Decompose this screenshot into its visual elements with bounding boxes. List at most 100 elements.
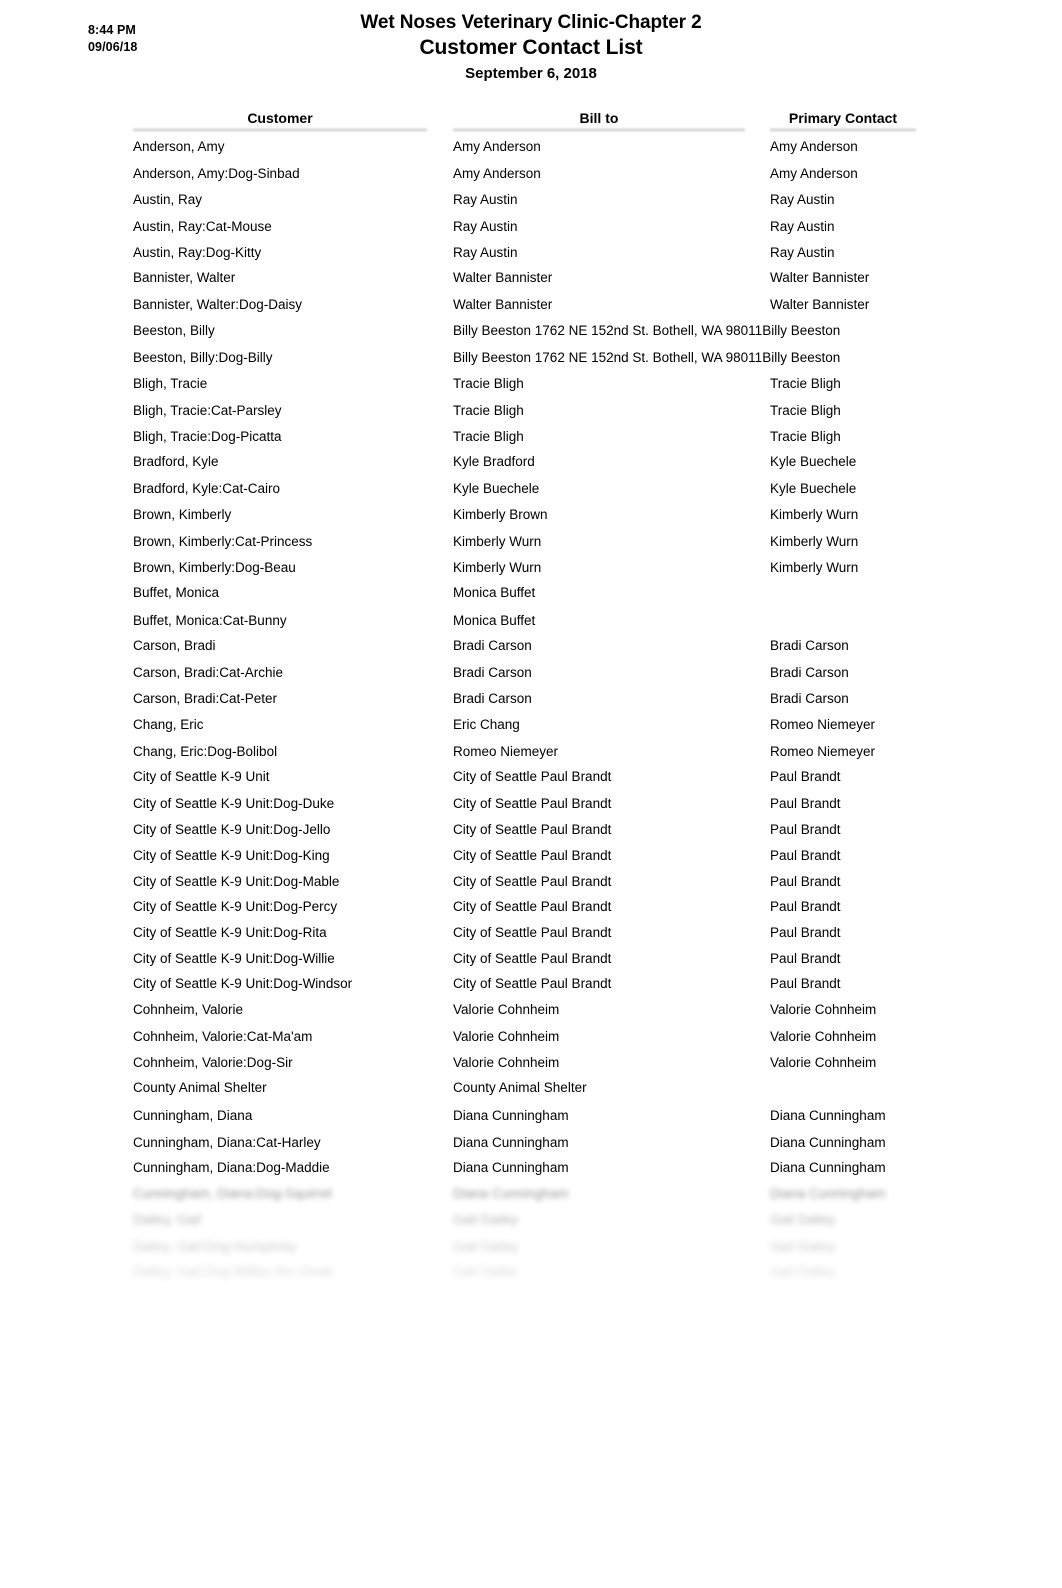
print-stamp: 8:44 PM 09/06/18 bbox=[88, 22, 137, 56]
table-row: Austin, Ray:Dog-Kitty Ray Austin Ray Austi… bbox=[0, 243, 1062, 269]
cell-bill-to: Kyle Bradford bbox=[453, 454, 535, 470]
cell-customer: Cunningham, Diana:Cat-Harley bbox=[133, 1134, 321, 1150]
cell-customer: Austin, Ray:Dog-Kitty bbox=[133, 244, 262, 260]
table-row: City of Seattle K-9 Unit:Dog-Duke City of… bbox=[0, 794, 1062, 820]
table-row: Beeston, Billy:Dog-Billy Billy Beeston 17… bbox=[0, 348, 1062, 374]
cell-bill-to: City of Seattle Paul Brandt bbox=[453, 899, 612, 915]
table-row: City of Seattle K-9 Unit:Dog-Mable City o… bbox=[0, 872, 1062, 898]
table-row: City of Seattle K-9 Unit:Dog-Windsor City… bbox=[0, 974, 1062, 1000]
contact-table: Customer Bill to Primary Contact Anderso… bbox=[0, 108, 1062, 1288]
cell-primary-contact: Amy Anderson bbox=[770, 166, 858, 182]
cell-primary-contact: Kimberly Wurn bbox=[770, 506, 859, 522]
cell-bill-to: Kimberly Brown bbox=[453, 506, 548, 522]
table-row: Buffet, Monica Monica Buffet bbox=[0, 583, 1062, 610]
cell-primary-contact: Paul Brandt bbox=[770, 822, 841, 838]
table-row: Carson, Bradi:Cat-Peter Bradi Carson Bradi… bbox=[0, 689, 1062, 715]
cell-primary-contact: Paul Brandt bbox=[770, 924, 841, 940]
page-whitespace bbox=[0, 1288, 1062, 1588]
cell-primary-contact: Paul Brandt bbox=[770, 873, 841, 889]
table-row: City of Seattle K-9 Unit:Dog-King City of… bbox=[0, 846, 1062, 872]
cell-bill-to: Romeo Niemeyer bbox=[453, 743, 559, 759]
table-row: Chang, Eric Eric Chang Romeo Niemeyer bbox=[0, 715, 1062, 742]
cell-primary-contact: Valorie Cohnheim bbox=[770, 1001, 877, 1017]
cell-bill-to: Tracie Bligh bbox=[453, 402, 524, 418]
cell-bill-to: Kyle Buechele bbox=[453, 481, 540, 497]
cell-primary-contact: Amy Anderson bbox=[770, 139, 858, 154]
table-row: Cunningham, Diana:Dog-Squirrel Diana Cunn… bbox=[0, 1184, 1062, 1210]
table-row: Cunningham, Diana:Cat-Harley Diana Cunnin… bbox=[0, 1133, 1062, 1159]
cell-customer: Dailey, Gail bbox=[133, 1211, 202, 1227]
cell-customer: Austin, Ray:Cat-Mouse bbox=[133, 218, 272, 234]
cell-primary-contact: Paul Brandt bbox=[770, 899, 841, 915]
cell-bill-to: Amy Anderson bbox=[453, 139, 541, 154]
cell-primary-contact: Tracie Bligh bbox=[770, 402, 841, 418]
cell-bill-to: Amy Anderson bbox=[453, 166, 541, 182]
cell-primary-contact: Walter Bannister bbox=[770, 297, 870, 313]
cell-bill-to: Valorie Cohnheim bbox=[453, 1029, 560, 1045]
cell-bill-to: City of Seattle Paul Brandt bbox=[453, 873, 612, 889]
cell-primary-contact: Kimberly Wurn bbox=[770, 534, 859, 550]
cell-customer: Brown, Kimberly:Cat-Princess bbox=[133, 534, 313, 550]
cell-bill-to: Monica Buffet bbox=[453, 612, 536, 628]
table-row: Buffet, Monica:Cat-Bunny Monica Buffet bbox=[0, 611, 1062, 637]
cell-primary-contact: Bradi Carson bbox=[770, 665, 849, 681]
header-rule-primary-contact bbox=[770, 129, 916, 132]
cell-bill-to: Diana Cunningham bbox=[453, 1134, 569, 1150]
print-time: 8:44 PM bbox=[88, 23, 136, 37]
table-row: Dailey, Gail:Dog-Humphrey Gail Dailey Gail… bbox=[0, 1237, 1062, 1263]
column-header-primary-contact-label: Primary Contact bbox=[788, 110, 898, 126]
header-rule-bill-to bbox=[453, 129, 745, 132]
cell-customer: Bradford, Kyle:Cat-Cairo bbox=[133, 481, 281, 497]
table-row: Bligh, Tracie:Cat-Parsley Tracie Bligh Tra… bbox=[0, 401, 1062, 427]
table-row: Anderson, Amy Amy Anderson Amy Anderson bbox=[0, 137, 1062, 164]
table-row: Brown, Kimberly Kimberly Brown Kimberly Wu… bbox=[0, 505, 1062, 532]
cell-customer: Cohnheim, Valorie bbox=[133, 1001, 244, 1017]
cell-customer: Cohnheim, Valorie:Cat-Ma'am bbox=[133, 1029, 313, 1045]
cell-customer: City of Seattle K-9 Unit:Dog-King bbox=[133, 847, 330, 863]
table-row: Anderson, Amy:Dog-Sinbad Amy Anderson Amy … bbox=[0, 164, 1062, 190]
cell-customer: Cohnheim, Valorie:Dog-Sir bbox=[133, 1054, 293, 1070]
cell-primary-contact: Diana Cunningham bbox=[770, 1107, 886, 1123]
table-row: Bligh, Tracie:Dog-Picatta Tracie Bligh Tra… bbox=[0, 427, 1062, 453]
cell-customer: Carson, Bradi bbox=[133, 638, 216, 654]
cell-primary-contact: Paul Brandt bbox=[770, 796, 841, 812]
cell-customer: City of Seattle K-9 Unit:Dog-Windsor bbox=[133, 976, 353, 992]
table-row: Cohnheim, Valorie:Cat-Ma'am Valorie Cohnh… bbox=[0, 1027, 1062, 1053]
table-row: County Animal Shelter County Animal Shelt… bbox=[0, 1078, 1062, 1105]
table-row: City of Seattle K-9 Unit:Dog-Willie City … bbox=[0, 949, 1062, 975]
table-row: City of Seattle K-9 Unit:Dog-Jello City o… bbox=[0, 820, 1062, 846]
cell-primary-contact: Diana Cunningham bbox=[770, 1160, 886, 1176]
page-header: 8:44 PM 09/06/18 Wet Noses Veterinary Cl… bbox=[0, 0, 1062, 92]
cell-bill-to: Ray Austin bbox=[453, 244, 518, 260]
table-row: Brown, Kimberly:Dog-Beau Kimberly Wurn Kim… bbox=[0, 558, 1062, 584]
cell-bill-to: Walter Bannister bbox=[453, 270, 553, 286]
cell-primary-contact: Bradi Carson bbox=[770, 638, 849, 654]
cell-bill-to: Ray Austin bbox=[453, 191, 518, 207]
cell-primary-contact: Bradi Carson bbox=[770, 690, 849, 706]
cell-bill-to: Tracie Bligh bbox=[453, 428, 524, 444]
report-subtitle: Customer Contact List bbox=[419, 36, 643, 59]
cell-primary-contact: Paul Brandt bbox=[770, 847, 841, 863]
cell-customer: City of Seattle K-9 Unit bbox=[133, 769, 270, 785]
cell-customer: Brown, Kimberly:Dog-Beau bbox=[133, 559, 296, 575]
cell-customer: Anderson, Amy bbox=[133, 139, 225, 154]
cell-bill-to: City of Seattle Paul Brandt bbox=[453, 950, 612, 966]
cell-bill-to: Bradi Carson bbox=[453, 638, 532, 654]
cell-customer: County Animal Shelter bbox=[133, 1080, 267, 1096]
table-row: Austin, Ray Ray Austin Ray Austin bbox=[0, 190, 1062, 217]
table-row: City of Seattle K-9 Unit:Dog-Percy City o… bbox=[0, 897, 1062, 923]
cell-customer: Carson, Bradi:Cat-Archie bbox=[133, 665, 284, 681]
cell-customer: Bannister, Walter bbox=[133, 270, 236, 286]
cell-customer: City of Seattle K-9 Unit:Dog-Willie bbox=[133, 950, 335, 966]
cell-primary-contact: Tracie Bligh bbox=[770, 375, 841, 391]
cell-bill-to: Gail Dailey bbox=[453, 1264, 519, 1280]
cell-bill-to: Gail Dailey bbox=[453, 1211, 519, 1227]
cell-customer: Chang, Eric bbox=[133, 716, 204, 732]
column-header-primary-contact: Primary Contact bbox=[770, 108, 916, 132]
cell-bill-to: Monica Buffet bbox=[453, 585, 536, 601]
cell-primary-contact: Paul Brandt bbox=[770, 769, 841, 785]
cell-bill-to: Eric Chang bbox=[453, 716, 520, 732]
cell-bill-to: Walter Bannister bbox=[453, 297, 553, 313]
cell-bill-to: Valorie Cohnheim bbox=[453, 1001, 560, 1017]
cell-customer: Chang, Eric:Dog-Bolibol bbox=[133, 743, 278, 759]
